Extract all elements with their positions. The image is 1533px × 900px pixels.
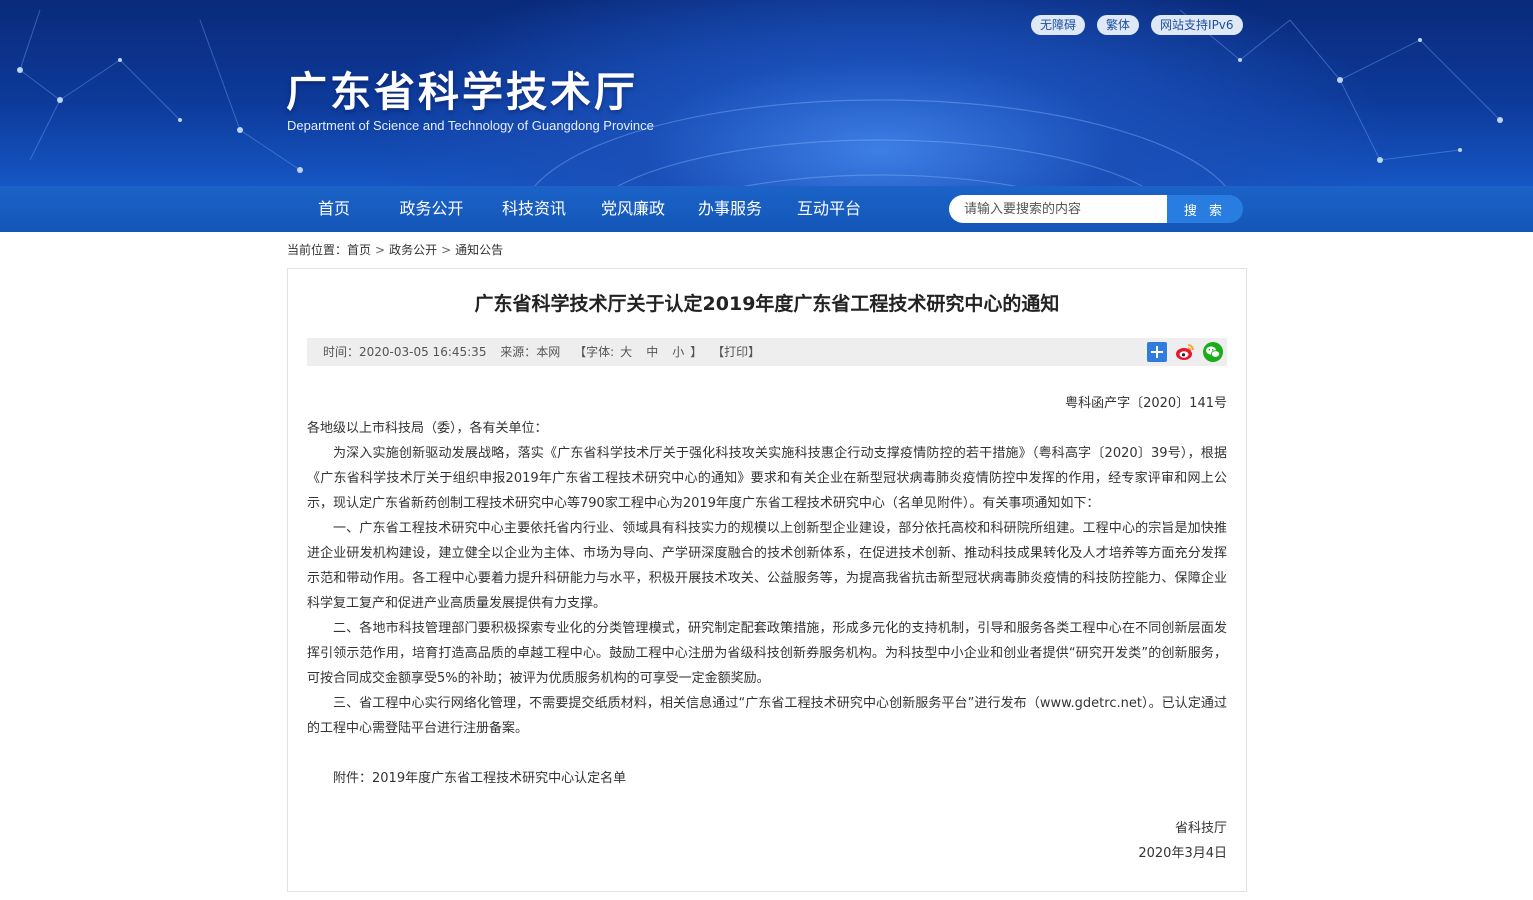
nav-integrity[interactable]: 党风廉政 (574, 186, 692, 232)
nav-interaction[interactable]: 互动平台 (768, 186, 890, 232)
paragraph-3: 三、省工程中心实行网络化管理，不需要提交纸质材料，相关信息通过“广东省工程技术研… (307, 696, 1227, 736)
header-banner: 无障碍 繁体 网站支持IPv6 广东省科学技术厅 Department of S… (0, 0, 1533, 186)
nav-government-affairs[interactable]: 政务公开 (369, 186, 494, 232)
share-plus-icon[interactable] (1147, 342, 1167, 362)
ipv6-badge[interactable]: 网站支持IPv6 (1151, 15, 1243, 35)
wechat-icon[interactable] (1203, 342, 1223, 362)
breadcrumb-separator: > (441, 243, 452, 257)
breadcrumb: 当前位置：首页 > 政务公开 > 通知公告 (287, 241, 503, 258)
site-title: 广东省科学技术厅 (286, 68, 638, 116)
search-input[interactable] (949, 195, 1167, 223)
accessibility-link[interactable]: 无障碍 (1031, 15, 1086, 35)
article-meta-bar: 时间：2020-03-05 16:45:35 来源：本网 【字体: 大中小】 【打… (307, 338, 1227, 366)
breadcrumb-gov-affairs[interactable]: 政务公开 (389, 243, 437, 257)
article-title: 广东省科学技术厅关于认定2019年度广东省工程技术研究中心的通知 (474, 293, 1060, 315)
font-large[interactable]: 大 (620, 345, 632, 359)
article-source: 来源：本网 (500, 345, 561, 359)
font-small[interactable]: 小 (672, 345, 684, 359)
font-size-control: 【字体: 大中小】 (574, 345, 702, 359)
breadcrumb-home[interactable]: 首页 (347, 243, 371, 257)
top-links: 无障碍 繁体 网站支持IPv6 (1031, 15, 1243, 35)
nav-sci-tech-news[interactable]: 科技资讯 (494, 186, 574, 232)
site-subtitle: Department of Science and Technology of … (287, 118, 654, 133)
main-nav: 首页 政务公开 科技资讯 党风廉政 办事服务 互动平台 (0, 186, 1533, 232)
font-size-suffix: 】 (690, 345, 703, 359)
breadcrumb-notices[interactable]: 通知公告 (455, 243, 503, 257)
breadcrumb-label: 当前位置： (287, 243, 348, 257)
search-box: 搜 索 (949, 195, 1243, 223)
share-buttons (1147, 342, 1223, 362)
signature: 省科技厅 (1174, 821, 1227, 836)
traditional-chinese-link[interactable]: 繁体 (1097, 15, 1140, 35)
breadcrumb-separator: > (375, 243, 386, 257)
banner-network-decoration (17, 9, 1503, 186)
print-link[interactable]: 【打印】 (712, 345, 760, 359)
article-body: 粤科函产字〔2020〕141号 各地级以上市科技局（委），各有关单位： 为深入实… (307, 391, 1227, 866)
salutation: 各地级以上市科技局（委），各有关单位： (307, 421, 548, 436)
search-button[interactable]: 搜 索 (1167, 195, 1243, 223)
font-medium[interactable]: 中 (646, 345, 658, 359)
weibo-icon[interactable] (1175, 342, 1195, 362)
nav-services[interactable]: 办事服务 (692, 186, 768, 232)
paragraph-2: 二、各地市科技管理部门要积极探索专业化的分类管理模式，研究制定配套政策措施，形成… (307, 621, 1227, 686)
paragraph-1: 一、广东省工程技术研究中心主要依托省内行业、领域具有科技实力的规模以上创新型企业… (307, 521, 1227, 611)
paragraph-intro: 为深入实施创新驱动发展战略，落实《广东省科学技术厅关于强化科技攻关实施科技惠企行… (307, 446, 1227, 511)
issue-date: 2020年3月4日 (1138, 846, 1227, 861)
attachment-link[interactable]: 附件：2019年度广东省工程技术研究中心认定名单 (307, 766, 1227, 791)
article-container: 广东省科学技术厅关于认定2019年度广东省工程技术研究中心的通知 时间：2020… (287, 268, 1247, 892)
publish-time: 时间：2020-03-05 16:45:35 (323, 345, 487, 359)
nav-home[interactable]: 首页 (299, 186, 369, 232)
font-size-prefix: 【字体: (574, 345, 615, 359)
document-number: 粤科函产字〔2020〕141号 (1065, 396, 1227, 411)
